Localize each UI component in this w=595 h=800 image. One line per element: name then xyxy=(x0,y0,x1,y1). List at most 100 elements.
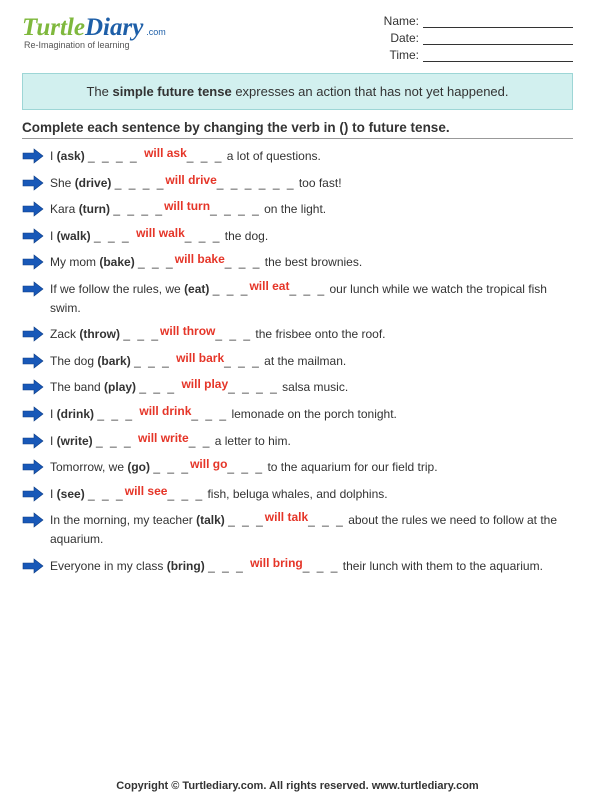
arrow-icon xyxy=(22,379,50,395)
question-item: I (drink) _ _ _ will drink_ _ _ lemonade… xyxy=(22,405,573,424)
time-line xyxy=(423,61,573,62)
question-item: If we follow the rules, we (eat) _ _ _wi… xyxy=(22,280,573,317)
answer: will bake xyxy=(175,250,225,269)
name-field: Name: xyxy=(379,14,573,28)
arrow-icon xyxy=(22,353,50,369)
arrow-icon xyxy=(22,201,50,217)
verb: (ask) xyxy=(57,149,85,163)
question-item: Tomorrow, we (go) _ _ _will go_ _ _ to t… xyxy=(22,458,573,477)
verb: (talk) xyxy=(196,513,225,527)
answer: will walk xyxy=(136,224,185,243)
verb: (eat) xyxy=(184,282,209,296)
question-text: My mom (bake) _ _ _will bake_ _ _ the be… xyxy=(50,253,573,272)
blank: _ _ _ _ xyxy=(115,176,166,190)
blank: _ _ _ xyxy=(96,434,138,448)
blank: _ _ _ xyxy=(185,229,222,243)
question-item: In the morning, my teacher (talk) _ _ _w… xyxy=(22,511,573,548)
tagline: Re-Imagination of learning xyxy=(24,40,166,50)
question-item: I (write) _ _ _ will write_ _ a letter t… xyxy=(22,432,573,451)
question-item: She (drive) _ _ _ _will drive_ _ _ _ _ _… xyxy=(22,174,573,193)
footer: Copyright © Turtlediary.com. All rights … xyxy=(0,780,595,792)
question-item: The dog (bark) _ _ _ will bark_ _ _ at t… xyxy=(22,352,573,371)
arrow-icon xyxy=(22,459,50,475)
blank: _ _ _ _ _ _ xyxy=(217,176,296,190)
verb: (walk) xyxy=(57,229,91,243)
verb: (see) xyxy=(57,487,85,501)
date-field: Date: xyxy=(379,31,573,45)
worksheet-page: Turtle Diary .com Re-Imagination of lear… xyxy=(0,0,595,800)
question-text: Kara (turn) _ _ _ _will turn_ _ _ _ on t… xyxy=(50,200,573,219)
tip-box: The simple future tense expresses an act… xyxy=(22,73,573,110)
blank: _ _ xyxy=(189,434,212,448)
answer: will throw xyxy=(160,322,215,341)
arrow-icon xyxy=(22,281,50,297)
blank: _ _ _ xyxy=(167,487,204,501)
date-line xyxy=(423,44,573,45)
answer: will turn xyxy=(164,197,210,216)
verb: (play) xyxy=(104,380,136,394)
verb: (turn) xyxy=(79,202,110,216)
arrow-icon xyxy=(22,406,50,422)
logo-diary: Diary xyxy=(85,14,143,42)
question-text: I (drink) _ _ _ will drink_ _ _ lemonade… xyxy=(50,405,573,424)
time-field: Time: xyxy=(379,48,573,62)
answer: will drink xyxy=(139,402,191,421)
blank: _ _ _ xyxy=(213,282,250,296)
question-text: Everyone in my class (bring) _ _ _ will … xyxy=(50,557,573,576)
blank: _ _ _ xyxy=(191,407,228,421)
logo: Turtle Diary .com Re-Imagination of lear… xyxy=(22,14,166,50)
blank: _ _ _ xyxy=(94,229,136,243)
question-text: She (drive) _ _ _ _will drive_ _ _ _ _ _… xyxy=(50,174,573,193)
question-item: My mom (bake) _ _ _will bake_ _ _ the be… xyxy=(22,253,573,272)
answer: will bring xyxy=(250,554,303,573)
blank: _ _ _ _ xyxy=(113,202,164,216)
info-fields: Name: Date: Time: xyxy=(379,14,573,65)
blank: _ _ _ xyxy=(123,327,160,341)
question-item: The band (play) _ _ _ will play_ _ _ _ s… xyxy=(22,378,573,397)
question-item: Zack (throw) _ _ _will throw_ _ _ the fr… xyxy=(22,325,573,344)
divider xyxy=(22,138,573,139)
verb: (bark) xyxy=(97,354,130,368)
arrow-icon xyxy=(22,433,50,449)
question-text: Zack (throw) _ _ _will throw_ _ _ the fr… xyxy=(50,325,573,344)
question-text: I (walk) _ _ _ will walk_ _ _ the dog. xyxy=(50,227,573,246)
answer: will play xyxy=(181,375,228,394)
question-item: Kara (turn) _ _ _ _will turn_ _ _ _ on t… xyxy=(22,200,573,219)
question-text: I (see) _ _ _will see_ _ _ fish, beluga … xyxy=(50,485,573,504)
instruction: Complete each sentence by changing the v… xyxy=(22,120,573,135)
arrow-icon xyxy=(22,486,50,502)
verb: (throw) xyxy=(79,327,120,341)
question-text: If we follow the rules, we (eat) _ _ _wi… xyxy=(50,280,573,317)
question-list: I (ask) _ _ _ _ will ask_ _ _ a lot of q… xyxy=(22,147,573,575)
answer: will bark xyxy=(176,349,224,368)
blank: _ _ _ xyxy=(225,255,262,269)
question-item: I (ask) _ _ _ _ will ask_ _ _ a lot of q… xyxy=(22,147,573,166)
footer-url: www.turtlediary.com xyxy=(372,780,479,792)
header: Turtle Diary .com Re-Imagination of lear… xyxy=(22,14,573,65)
blank: _ _ _ xyxy=(153,460,190,474)
answer: will see xyxy=(125,482,168,501)
answer: will write xyxy=(138,429,189,448)
question-text: In the morning, my teacher (talk) _ _ _w… xyxy=(50,511,573,548)
verb: (write) xyxy=(57,434,93,448)
blank: _ _ _ xyxy=(138,255,175,269)
question-text: The band (play) _ _ _ will play_ _ _ _ s… xyxy=(50,378,573,397)
blank: _ _ _ xyxy=(303,559,340,573)
question-text: Tomorrow, we (go) _ _ _will go_ _ _ to t… xyxy=(50,458,573,477)
blank: _ _ _ xyxy=(208,559,250,573)
blank: _ _ _ xyxy=(227,460,264,474)
tip-bold: simple future tense xyxy=(113,84,232,99)
verb: (drink) xyxy=(57,407,94,421)
blank: _ _ _ xyxy=(289,282,326,296)
blank: _ _ _ xyxy=(187,149,224,163)
blank: _ _ _ xyxy=(308,513,345,527)
verb: (drive) xyxy=(75,176,112,190)
arrow-icon xyxy=(22,175,50,191)
answer: will drive xyxy=(165,171,216,190)
blank: _ _ _ xyxy=(228,513,265,527)
question-item: I (walk) _ _ _ will walk_ _ _ the dog. xyxy=(22,227,573,246)
logo-turtle: Turtle xyxy=(22,14,85,42)
answer: will go xyxy=(190,455,227,474)
answer: will eat xyxy=(249,277,289,296)
verb: (go) xyxy=(127,460,150,474)
